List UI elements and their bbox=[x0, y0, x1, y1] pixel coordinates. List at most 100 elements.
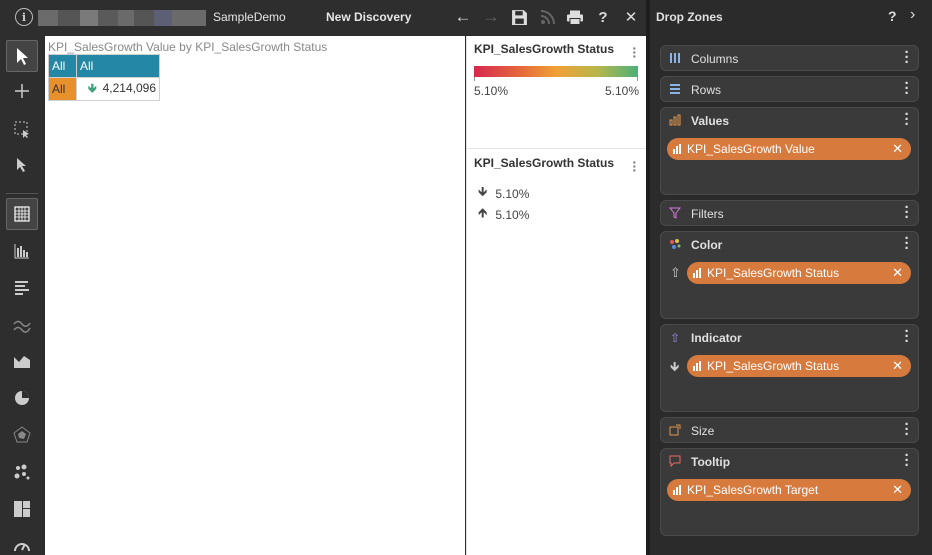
indicator-label: 5.10% bbox=[495, 187, 530, 201]
indicator-legend-item: 🡹 5.10% bbox=[478, 204, 529, 226]
top-bar: i SampleDemo New Discovery ← → ? ✕ bbox=[0, 0, 646, 35]
save-icon[interactable] bbox=[509, 7, 529, 27]
down-arrow-icon[interactable]: 🡻 bbox=[670, 358, 679, 380]
help-icon[interactable]: ? bbox=[888, 8, 897, 24]
back-icon[interactable]: ← bbox=[453, 7, 473, 27]
select-pointer-icon[interactable] bbox=[6, 40, 38, 72]
drill-pointer-icon[interactable] bbox=[6, 149, 38, 181]
pie-chart-icon[interactable] bbox=[6, 382, 38, 414]
columns-zone[interactable]: Columns · · · bbox=[660, 45, 919, 71]
grid-title: KPI_SalesGrowth Value by KPI_SalesGrowth… bbox=[48, 40, 328, 54]
remove-icon[interactable]: ✕ bbox=[892, 482, 903, 498]
forward-icon[interactable]: → bbox=[481, 7, 501, 27]
close-icon[interactable]: ✕ bbox=[621, 7, 641, 27]
breadcrumb[interactable]: SampleDemo bbox=[213, 10, 286, 24]
indicator-dimension-pill[interactable]: KPI_SalesGrowth Status ✕ bbox=[687, 355, 911, 377]
indicator-legend-item: 🡻 5.10% bbox=[478, 183, 529, 205]
measure-icon bbox=[673, 144, 681, 154]
up-arrow-outline-icon[interactable]: ⇧ bbox=[670, 265, 681, 281]
marquee-select-icon[interactable] bbox=[6, 113, 38, 145]
color-dimension-pill[interactable]: KPI_SalesGrowth Status ✕ bbox=[687, 262, 911, 284]
area-chart-icon[interactable] bbox=[6, 345, 38, 377]
indicator-zone[interactable]: ⇧ Indicator · · · 🡻 KPI_SalesGrowth Status… bbox=[660, 324, 919, 412]
pill-label: KPI_SalesGrowth Target bbox=[687, 483, 819, 497]
grid-header-cell[interactable]: All bbox=[76, 54, 160, 78]
grid-value-cell[interactable]: 🡻 4,214,096 bbox=[76, 77, 160, 101]
measure-icon bbox=[693, 268, 701, 278]
measure-icon bbox=[693, 361, 701, 371]
measure-icon bbox=[673, 485, 681, 495]
bar-chart-icon[interactable] bbox=[6, 271, 38, 303]
treemap-icon[interactable] bbox=[6, 493, 38, 525]
blur-block bbox=[80, 10, 98, 26]
columns-icon bbox=[668, 52, 682, 66]
values-zone[interactable]: Values · · · KPI_SalesGrowth Value ✕ bbox=[660, 107, 919, 195]
color-gradient-bar bbox=[474, 66, 638, 81]
size-icon bbox=[668, 424, 682, 438]
filters-zone[interactable]: Filters · · · bbox=[660, 200, 919, 226]
kebab-menu-icon[interactable]: · · · bbox=[632, 41, 637, 63]
color-legend-title: KPI_SalesGrowth Status bbox=[474, 42, 615, 56]
kebab-menu-icon[interactable]: · · · bbox=[904, 231, 910, 256]
zone-label: Rows bbox=[691, 83, 722, 97]
tooltip-zone[interactable]: Tooltip · · · KPI_SalesGrowth Target ✕ bbox=[660, 448, 919, 536]
zone-label: Values bbox=[691, 114, 730, 128]
blur-block bbox=[134, 10, 154, 26]
chevron-right-icon[interactable]: › bbox=[910, 6, 915, 24]
line-chart-icon[interactable] bbox=[6, 309, 38, 341]
values-measure-pill[interactable]: KPI_SalesGrowth Value ✕ bbox=[667, 138, 911, 160]
gradient-min-label: 5.10% bbox=[474, 84, 509, 98]
kebab-menu-icon[interactable]: · · · bbox=[904, 76, 910, 101]
blurred-breadcrumb bbox=[38, 10, 206, 26]
kebab-menu-icon[interactable]: · · · bbox=[904, 107, 910, 132]
tooltip-measure-pill[interactable]: KPI_SalesGrowth Target ✕ bbox=[667, 479, 911, 501]
blur-block bbox=[98, 10, 118, 26]
kebab-menu-icon[interactable]: · · · bbox=[632, 155, 637, 177]
values-icon bbox=[668, 114, 682, 128]
kebab-menu-icon[interactable]: · · · bbox=[904, 200, 910, 225]
zone-label: Columns bbox=[691, 52, 739, 66]
help-icon[interactable]: ? bbox=[593, 7, 613, 27]
drop-zones-panel: Drop Zones ? › Columns · · · Rows · · · Valu… bbox=[650, 0, 932, 555]
pill-label: KPI_SalesGrowth Status bbox=[707, 266, 840, 280]
rows-zone[interactable]: Rows · · · bbox=[660, 76, 919, 102]
crosshair-icon[interactable] bbox=[6, 75, 38, 107]
print-icon[interactable] bbox=[565, 7, 585, 27]
blur-block bbox=[154, 10, 172, 26]
grid-data-row: All 🡻 4,214,096 bbox=[48, 77, 160, 101]
scatter-chart-icon[interactable] bbox=[6, 456, 38, 488]
rss-icon[interactable] bbox=[538, 7, 558, 27]
indicator-legend-title: KPI_SalesGrowth Status bbox=[474, 156, 615, 170]
color-zone[interactable]: Color · · · ⇧ KPI_SalesGrowth Status ✕ bbox=[660, 231, 919, 319]
size-zone[interactable]: Size · · · bbox=[660, 417, 919, 443]
remove-icon[interactable]: ✕ bbox=[892, 141, 903, 157]
drop-zones-title: Drop Zones bbox=[656, 10, 723, 24]
indicator-arrow-icon: ⇧ bbox=[669, 331, 681, 345]
rows-icon bbox=[668, 83, 682, 97]
remove-icon[interactable]: ✕ bbox=[892, 265, 903, 281]
zone-label: Color bbox=[691, 238, 723, 252]
grid-row-header[interactable]: All bbox=[48, 77, 77, 101]
down-arrow-icon: 🡻 bbox=[478, 184, 488, 199]
legend-panel: KPI_SalesGrowth Status · · · 5.10% 5.10% K… bbox=[466, 36, 647, 555]
grid-header-cell[interactable]: All bbox=[48, 54, 77, 78]
kebab-menu-icon[interactable]: · · · bbox=[904, 417, 910, 442]
indicator-label: 5.10% bbox=[495, 208, 530, 222]
down-arrow-icon: 🡻 bbox=[87, 80, 97, 95]
kebab-menu-icon[interactable]: · · · bbox=[904, 448, 910, 473]
gauge-icon[interactable] bbox=[6, 530, 38, 555]
info-icon[interactable]: i bbox=[15, 8, 33, 26]
kebab-menu-icon[interactable]: · · · bbox=[904, 45, 910, 70]
palette-icon bbox=[668, 238, 682, 252]
zone-label: Filters bbox=[691, 207, 724, 221]
column-chart-icon[interactable] bbox=[6, 235, 38, 267]
filter-icon bbox=[668, 207, 682, 221]
grid-chart-icon[interactable] bbox=[6, 198, 38, 230]
blur-block bbox=[172, 10, 206, 26]
radar-chart-icon[interactable] bbox=[6, 419, 38, 451]
visualization-canvas: KPI_SalesGrowth Value by KPI_SalesGrowth… bbox=[45, 36, 465, 555]
grid-value: 4,214,096 bbox=[102, 80, 156, 95]
remove-icon[interactable]: ✕ bbox=[892, 358, 903, 374]
kebab-menu-icon[interactable]: · · · bbox=[904, 324, 910, 349]
grid-header-row: All All bbox=[48, 54, 160, 78]
